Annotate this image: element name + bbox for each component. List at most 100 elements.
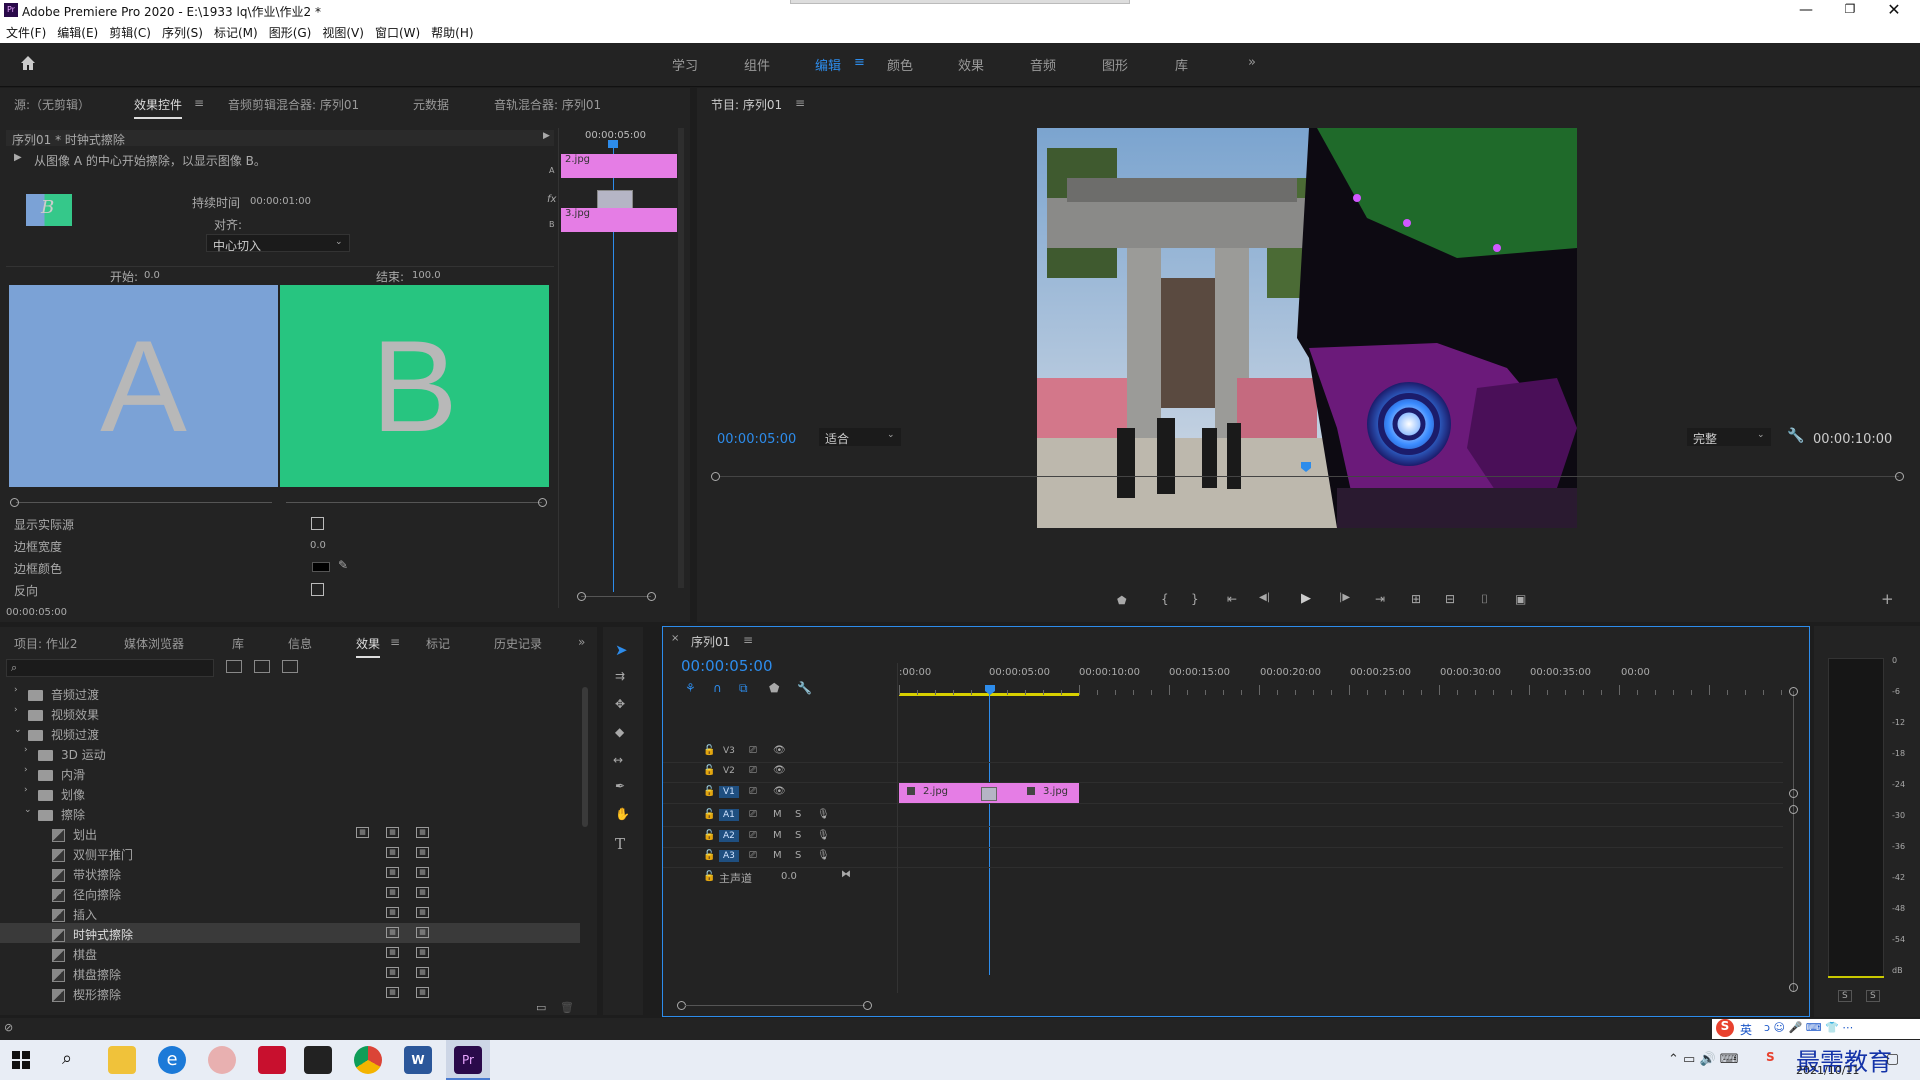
workspace-audio[interactable]: 音频 (1030, 55, 1056, 74)
minimize-icon[interactable]: — (1796, 2, 1816, 18)
chevron-right-icon[interactable]: › (14, 685, 18, 695)
eye-icon[interactable]: 👁 (773, 745, 786, 756)
ime-toolbar[interactable]: S 英 ↄ ☺ 🎤 ⌨ 👕 ⋯ (1712, 1019, 1920, 1039)
accelerated-effects-icon[interactable] (226, 660, 242, 673)
align-dropdown[interactable]: 中心切入 ⌄ (206, 234, 350, 253)
mini-scroll-handle-right[interactable] (647, 592, 656, 601)
mic-icon[interactable]: 🎙 (817, 809, 830, 820)
menu-7[interactable]: 窗口(W) (375, 26, 420, 40)
duration-value[interactable]: 00:00:01:00 (250, 196, 311, 207)
chevron-down-icon[interactable]: ⌄ (24, 805, 32, 815)
mute-button[interactable]: M (773, 850, 782, 861)
more-workspaces-icon[interactable]: » (1248, 55, 1256, 70)
end-value[interactable]: 100.0 (412, 270, 441, 281)
workspace-menu-icon[interactable]: ≡ (854, 55, 865, 70)
tab-metadata[interactable]: 元数据 (413, 96, 449, 113)
reverse-checkbox[interactable] (311, 583, 324, 596)
chevron-down-icon[interactable]: ⌄ (14, 725, 22, 735)
solo-button[interactable]: S (795, 809, 801, 820)
show-actual-checkbox[interactable] (311, 517, 324, 530)
effects-tree-item[interactable]: 划出 ▦ ▦ ▦ (0, 823, 580, 843)
start-slider[interactable] (10, 498, 272, 508)
restore-icon[interactable]: ❐ (1840, 2, 1860, 16)
effects-search-input[interactable]: ⌕ (6, 659, 214, 677)
effects-tree-item[interactable]: 棋盘擦除 ▦ ▦ (0, 963, 580, 983)
mute-button[interactable]: M (773, 830, 782, 841)
menu-5[interactable]: 图形(G) (269, 26, 312, 40)
tab-audio-clip-mixer[interactable]: 音频剪辑混合器: 序列01 (228, 96, 359, 113)
lift-icon[interactable]: ⊞ (1411, 592, 1421, 606)
mark-in-icon[interactable]: { (1161, 592, 1169, 606)
effects-tree-item[interactable]: 双侧平推门 ▦ ▦ (0, 843, 580, 863)
lock-icon[interactable]: 🔓 (703, 830, 715, 841)
master-goto-icon[interactable]: ⧓ (841, 869, 851, 880)
tray-icons[interactable]: ⌃ ▭ 🔊 ⌨ (1668, 1052, 1739, 1067)
solo-button[interactable]: S (795, 850, 801, 861)
sync-lock-icon[interactable]: ⎚ (749, 765, 757, 776)
new-bin-icon[interactable]: ▭ (536, 1001, 546, 1014)
tab-info[interactable]: 信息 (288, 635, 312, 652)
border-width-value[interactable]: 0.0 (310, 540, 326, 551)
ime-lang[interactable]: 英 (1740, 1021, 1752, 1038)
yuv-effects-icon[interactable] (282, 660, 298, 673)
chevron-right-icon[interactable]: › (24, 785, 28, 795)
sync-lock-icon[interactable]: ⎚ (749, 786, 757, 797)
effects-tree-item[interactable]: 插入 ▦ ▦ (0, 903, 580, 923)
effects-tree-item[interactable]: ⌄ 视频过渡 (0, 723, 580, 743)
eye-icon[interactable]: 👁 (773, 765, 786, 776)
mic-icon[interactable]: 🎙 (817, 850, 830, 861)
end-slider[interactable] (286, 498, 548, 508)
vscroll-handle[interactable] (1789, 805, 1798, 814)
home-icon[interactable] (18, 53, 38, 73)
lock-icon[interactable]: 🔓 (703, 765, 715, 776)
program-scroll-left[interactable] (711, 472, 720, 481)
eye-icon[interactable]: 👁 (773, 786, 786, 797)
menu-3[interactable]: 序列(S) (162, 26, 203, 40)
effects-tree-item[interactable]: ⌄ 擦除 (0, 803, 580, 823)
chevron-right-icon[interactable]: › (24, 745, 28, 755)
tab-history[interactable]: 历史记录 (494, 635, 542, 652)
tab-libraries[interactable]: 库 (232, 635, 244, 652)
word-icon[interactable]: W (404, 1046, 432, 1074)
end-slider-handle[interactable] (538, 498, 547, 507)
border-color-swatch[interactable] (312, 562, 330, 572)
tray-sogou-icon[interactable]: S (1766, 1050, 1775, 1064)
fit-dropdown[interactable]: 适合 ⌄ (819, 428, 901, 446)
compare-icon[interactable]: ▣ (1515, 592, 1526, 606)
start-value[interactable]: 0.0 (144, 270, 160, 281)
chevron-right-icon[interactable]: › (24, 765, 28, 775)
quality-dropdown[interactable]: 完整 ⌄ (1687, 428, 1771, 446)
solo-button[interactable]: S (795, 830, 801, 841)
effects-tree-item[interactable]: 带状擦除 ▦ ▦ (0, 863, 580, 883)
mark-out-icon[interactable]: } (1191, 592, 1199, 606)
program-playhead[interactable] (1301, 462, 1311, 472)
ripple-edit-tool-icon[interactable]: ✥ (615, 697, 625, 711)
effects-tree-item[interactable]: › 内滑 (0, 763, 580, 783)
mic-icon[interactable]: 🎙 (817, 830, 830, 841)
timeline-transition[interactable] (981, 787, 997, 801)
workspace-libraries[interactable]: 库 (1175, 55, 1188, 74)
razor-tool-icon[interactable]: ◆ (615, 725, 624, 739)
extract-icon[interactable]: ⊟ (1445, 592, 1455, 606)
workspace-editing[interactable]: 编辑 (815, 55, 841, 74)
workspace-color[interactable]: 颜色 (887, 55, 913, 74)
go-to-out-icon[interactable]: ⇥ (1375, 592, 1385, 606)
program-timecode[interactable]: 00:00:05:00 (717, 432, 796, 447)
step-back-icon[interactable]: ◀| (1259, 592, 1270, 603)
workspace-effects[interactable]: 效果 (958, 55, 984, 74)
step-forward-icon[interactable]: |▶ (1339, 592, 1350, 603)
effects-scrollbar[interactable] (582, 687, 588, 827)
lock-icon[interactable]: 🔓 (703, 745, 715, 756)
camera-icon[interactable]: ⌷ (1481, 592, 1488, 607)
close-icon[interactable]: ✕ (1884, 0, 1904, 19)
track-target[interactable]: A2 (719, 830, 739, 842)
add-marker-icon[interactable]: ⬟ (1117, 594, 1127, 607)
timeline-vscroll[interactable] (1789, 687, 1799, 993)
mini-clip-b[interactable]: 3.jpg (561, 208, 677, 232)
hand-tool-icon[interactable]: ✋ (615, 807, 630, 821)
more-panels-icon[interactable]: » (578, 635, 585, 649)
meter-solo-left[interactable]: S (1838, 990, 1852, 1002)
mini-playhead-head[interactable] (608, 140, 618, 148)
track-target[interactable]: A1 (719, 809, 739, 821)
premiere-taskbar-item[interactable]: Pr (446, 1040, 490, 1080)
